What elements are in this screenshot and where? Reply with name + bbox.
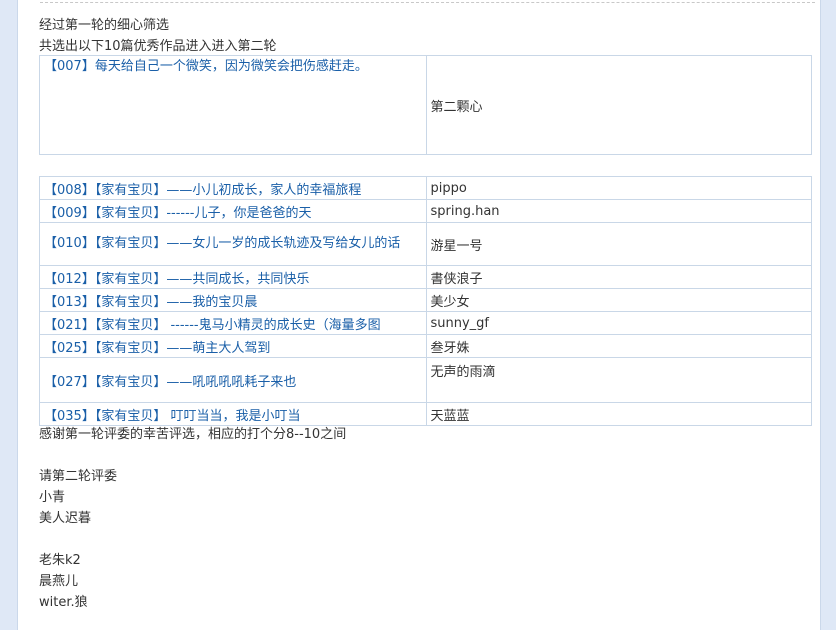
entry-title-link[interactable]: 【012】【家有宝贝】——共同成长，共同快乐 <box>44 272 309 287</box>
left-frame-border <box>17 0 18 630</box>
entry-title-link[interactable]: 【013】【家有宝贝】——我的宝贝晨 <box>44 295 257 310</box>
table-row: 【021】【家有宝贝】 ------鬼马小精灵的成长史（海量多图 sunny_g… <box>39 311 812 335</box>
entries-table: 【008】【家有宝贝】——小儿初成长，家人的幸福旅程 pippo 【009】【家… <box>39 176 812 426</box>
entry-author-cell: 无声的雨滴 <box>425 357 812 403</box>
entry-title-link[interactable]: 【010】【家有宝贝】——女儿一岁的成长轨迹及写给女儿的话 <box>44 236 400 251</box>
entry-title-cell: 【010】【家有宝贝】——女儿一岁的成长轨迹及写给女儿的话 <box>39 222 427 266</box>
judge-name: witer.狼 <box>39 595 88 610</box>
entry-title-cell: 【013】【家有宝贝】——我的宝贝晨 <box>39 288 427 312</box>
thanks-text: 感谢第一轮评委的幸苦评选，相应的打个分8--10之间 <box>39 427 347 442</box>
entry-title-link[interactable]: 【035】【家有宝贝】 叮叮当当，我是小叮当 <box>44 409 300 424</box>
entry-author-cell: 叁牙姝 <box>425 334 812 358</box>
entry-author-cell: sunny_gf <box>425 311 812 335</box>
featured-title-cell: 【007】每天给自己一个微笑，因为微笑会把伤感赶走。 <box>39 55 427 155</box>
table-row: 【010】【家有宝贝】——女儿一岁的成长轨迹及写给女儿的话 游星一号 <box>39 222 812 266</box>
entry-title-cell: 【008】【家有宝贝】——小儿初成长，家人的幸福旅程 <box>39 176 427 200</box>
entry-author-cell: 天蓝蓝 <box>425 402 812 426</box>
featured-author-cell: 第二颗心 <box>425 55 812 155</box>
table-row: 【009】【家有宝贝】------儿子，你是爸爸的天 spring.han <box>39 199 812 223</box>
invite-text: 请第二轮评委 <box>39 469 118 484</box>
left-frame-strip <box>0 0 17 630</box>
table-row: 【025】【家有宝贝】——萌主大人驾到 叁牙姝 <box>39 334 812 358</box>
entry-author-cell: 書侠浪子 <box>425 265 812 289</box>
table-row: 【012】【家有宝贝】——共同成长，共同快乐 書侠浪子 <box>39 265 812 289</box>
intro-line-2: 共选出以下10篇优秀作品进入进入第二轮 <box>39 39 277 54</box>
featured-row: 【007】每天给自己一个微笑，因为微笑会把伤感赶走。 第二颗心 <box>39 55 812 155</box>
intro-line-1: 经过第一轮的细心筛选 <box>39 18 170 33</box>
entry-author-cell: 游星一号 <box>425 222 812 266</box>
entry-author-cell: 美少女 <box>425 288 812 312</box>
entry-title-cell: 【025】【家有宝贝】——萌主大人驾到 <box>39 334 427 358</box>
featured-title-link[interactable]: 【007】每天给自己一个微笑，因为微笑会把伤感赶走。 <box>44 59 368 74</box>
entry-title-link[interactable]: 【009】【家有宝贝】------儿子，你是爸爸的天 <box>44 206 311 221</box>
table-row: 【027】【家有宝贝】——吼吼吼吼耗子来也 无声的雨滴 <box>39 357 812 403</box>
entry-title-link[interactable]: 【021】【家有宝贝】 ------鬼马小精灵的成长史（海量多图 <box>44 318 381 333</box>
entry-author-cell: spring.han <box>425 199 812 223</box>
right-frame-strip <box>821 0 836 630</box>
entry-title-link[interactable]: 【025】【家有宝贝】——萌主大人驾到 <box>44 341 270 356</box>
judge-name: 小青 <box>39 490 66 505</box>
entry-title-cell: 【012】【家有宝贝】——共同成长，共同快乐 <box>39 265 427 289</box>
entry-title-link[interactable]: 【008】【家有宝贝】——小儿初成长，家人的幸福旅程 <box>44 183 361 198</box>
post-content: 经过第一轮的细心筛选 共选出以下10篇优秀作品进入进入第二轮 【007】每天给自… <box>39 0 813 613</box>
entry-title-cell: 【027】【家有宝贝】——吼吼吼吼耗子来也 <box>39 357 427 403</box>
table-row: 【035】【家有宝贝】 叮叮当当，我是小叮当 天蓝蓝 <box>39 402 812 426</box>
entry-title-link[interactable]: 【027】【家有宝贝】——吼吼吼吼耗子来也 <box>44 375 296 390</box>
judge-name: 美人迟暮 <box>39 511 92 526</box>
table-row: 【013】【家有宝贝】——我的宝贝晨 美少女 <box>39 288 812 312</box>
judge-name: 晨燕儿 <box>39 574 79 589</box>
right-frame-border <box>820 0 821 630</box>
entry-title-cell: 【035】【家有宝贝】 叮叮当当，我是小叮当 <box>39 402 427 426</box>
featured-table: 【007】每天给自己一个微笑，因为微笑会把伤感赶走。 第二颗心 <box>39 55 812 155</box>
judge-name: 老朱k2 <box>39 553 81 568</box>
entry-author-cell: pippo <box>425 176 812 200</box>
table-row: 【008】【家有宝贝】——小儿初成长，家人的幸福旅程 pippo <box>39 176 812 200</box>
entry-title-cell: 【009】【家有宝贝】------儿子，你是爸爸的天 <box>39 199 427 223</box>
entry-title-cell: 【021】【家有宝贝】 ------鬼马小精灵的成长史（海量多图 <box>39 311 427 335</box>
